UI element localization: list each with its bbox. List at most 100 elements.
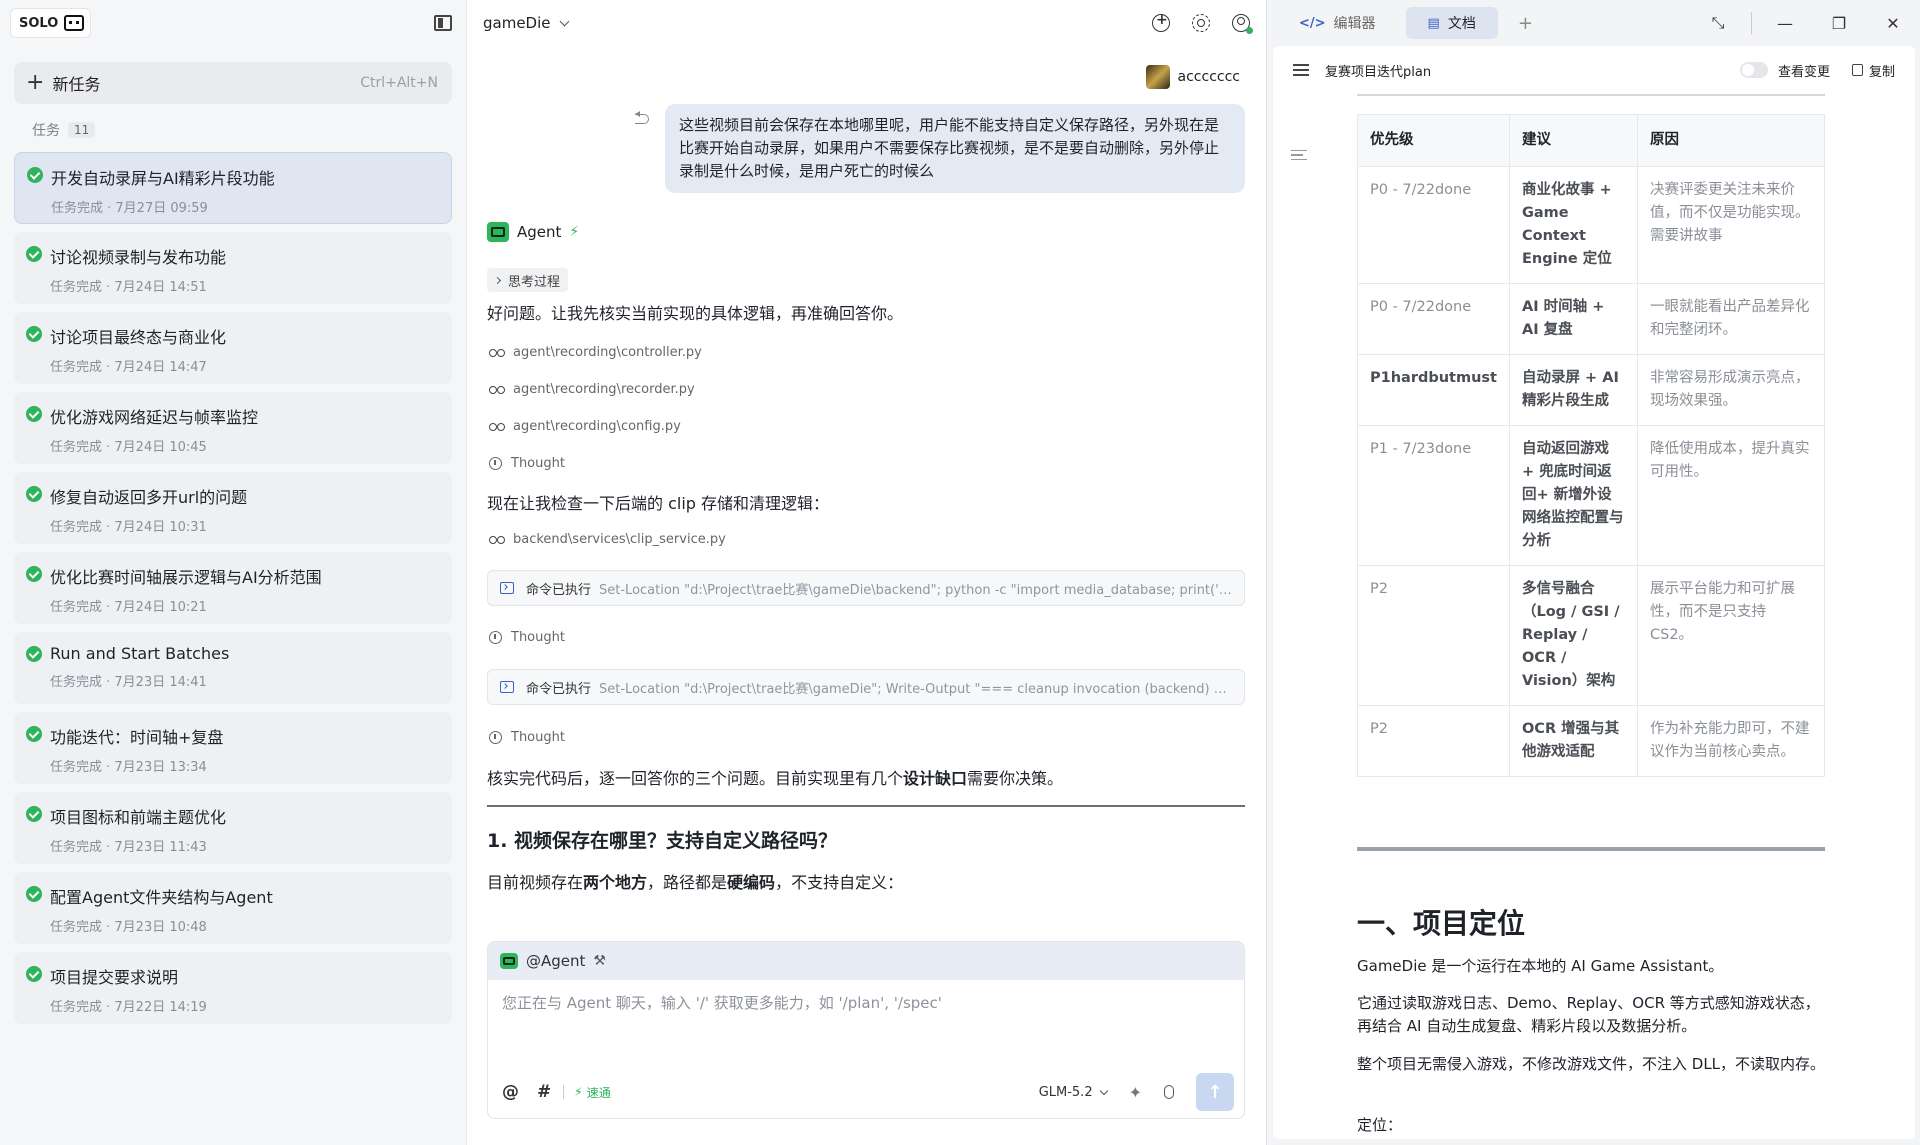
table-row: P0 - 7/22done AI 时间轴 + AI 复盘 一眼就能看出产品差异化和完…	[1357, 283, 1826, 355]
file-read-item[interactable]: backend\services\clip_service.py	[489, 532, 726, 547]
undo-icon[interactable]	[635, 111, 649, 124]
sidebar-toggle-icon[interactable]	[434, 15, 452, 31]
task-item[interactable]: 优化比赛时间轴展示逻辑与AI分析范围 任务完成 · 7月24日 10:21	[14, 552, 452, 624]
task-item[interactable]: 讨论视频录制与发布功能 任务完成 · 7月24日 14:51	[14, 232, 452, 304]
task-title: 修复自动返回多开url的问题	[50, 488, 248, 507]
task-meta: 任务完成 · 7月24日 14:47	[50, 360, 207, 375]
thought-item[interactable]: Thought	[489, 730, 565, 745]
file-read-item[interactable]: agent\recording\recorder.py	[489, 382, 695, 397]
priority-cell: P0 - 7/22done	[1357, 283, 1510, 355]
terminal-icon	[500, 681, 514, 693]
close-icon[interactable]: ✕	[1866, 0, 1920, 46]
task-item[interactable]: 功能迭代：时间轴+复盘 任务完成 · 7月23日 13:34	[14, 712, 452, 784]
new-task-shortcut: Ctrl+Alt+N	[360, 75, 438, 91]
chevron-right-icon	[493, 276, 502, 284]
tab-label: 文档	[1447, 16, 1476, 32]
glasses-icon	[489, 348, 505, 357]
task-item[interactable]: 开发自动录屏与AI精彩片段功能 任务完成 · 7月27日 09:59	[14, 152, 452, 224]
maximize-icon[interactable]: ❐	[1812, 0, 1866, 46]
thought-label: Thought	[511, 630, 565, 645]
doc-paragraph: 它通过读取游戏日志、Demo、Replay、OCR 等方式感知游戏状态，再结合 …	[1357, 994, 1820, 1035]
task-item[interactable]: 项目图标和前端主题优化 任务完成 · 7月23日 11:43	[14, 792, 452, 864]
add-tab-icon[interactable]: +	[1506, 7, 1545, 39]
sidebar: SOLO + 新任务 Ctrl+Alt+N 任务 11 开发自动录屏与AI精彩片…	[0, 0, 467, 1145]
outline-icon[interactable]	[1291, 150, 1307, 160]
task-title: 项目图标和前端主题优化	[50, 808, 227, 827]
priority-cell: P1 - 7/23done	[1357, 425, 1510, 566]
new-task-button[interactable]: + 新任务 Ctrl+Alt+N	[14, 62, 452, 104]
answer-heading: 1. 视频保存在哪里？支持自定义路径吗？	[487, 830, 838, 852]
account-icon[interactable]	[1232, 14, 1253, 34]
file-read-item[interactable]: agent\recording\controller.py	[489, 345, 702, 360]
panel-tabs: </> 编辑器 ▤ 文档 + ⤡ — ❐ ✕	[1267, 0, 1920, 46]
document-title: 复赛项目迭代plan	[1325, 64, 1432, 80]
copy-label: 复制	[1868, 64, 1895, 80]
view-changes-toggle[interactable]	[1739, 62, 1768, 78]
reason-cell: 非常容易形成演示亮点，现场效果强。	[1636, 354, 1826, 426]
suggestion-cell: 多信号融合（Log / GSI / Replay / OCR / Vision）…	[1508, 565, 1638, 706]
divider	[487, 805, 1245, 807]
check-circle-icon	[26, 806, 42, 822]
table-header-cell: 优先级	[1357, 114, 1510, 167]
thinking-toggle[interactable]: 思考过程	[487, 268, 569, 292]
command-text: Set-Location "d:\Project\trae比赛\gameDie"…	[599, 681, 1232, 697]
collapse-icon[interactable]: ⤡	[1691, 0, 1745, 46]
task-title: 讨论项目最终态与商业化	[50, 328, 227, 347]
model-selector[interactable]: GLM-5.2	[1039, 1085, 1108, 1100]
task-item[interactable]: 修复自动返回多开url的问题 任务完成 · 7月24日 10:31	[14, 472, 452, 544]
agent-reply-1: 好问题。让我先核实当前实现的具体逻辑，再准确回答你。	[487, 304, 904, 323]
glasses-icon	[489, 535, 505, 544]
new-chat-icon[interactable]	[1152, 12, 1170, 32]
user-info: accccccc	[1145, 65, 1240, 89]
task-item[interactable]: Run and Start Batches 任务完成 · 7月23日 14:41	[14, 632, 452, 704]
reason-cell: 一眼就能看出产品差异化和完整闭环。	[1636, 283, 1826, 355]
file-read-item[interactable]: agent\recording\config.py	[489, 419, 681, 434]
check-circle-icon	[26, 566, 42, 582]
tab-document[interactable]: ▤ 文档	[1405, 7, 1498, 39]
bolt-icon: ⚡	[574, 1085, 583, 1099]
command-block[interactable]: 命令已执行 Set-Location "d:\Project\trae比赛\ga…	[487, 669, 1245, 705]
reply-text: ，路径都是	[647, 873, 728, 892]
minimize-icon[interactable]: —	[1758, 0, 1812, 46]
agent-reply-2: 现在让我检查一下后端的 clip 存储和清理逻辑：	[487, 494, 830, 513]
microphone-icon[interactable]	[1164, 1085, 1174, 1099]
reply-text: 目前视频存在	[487, 873, 584, 892]
send-button[interactable]: ↑	[1196, 1073, 1234, 1111]
reply-strong: 硬编码	[727, 873, 776, 892]
sparkle-icon[interactable]: ✦	[1129, 1083, 1142, 1102]
check-circle-icon	[26, 886, 42, 902]
task-meta: 任务完成 · 7月27日 09:59	[51, 201, 208, 216]
thought-item[interactable]: Thought	[489, 456, 565, 471]
table-row: P0 - 7/22done 商业化故事 + Game Context Engine…	[1357, 166, 1826, 284]
tab-editor[interactable]: </> 编辑器	[1277, 7, 1398, 39]
project-selector[interactable]: gameDie	[483, 14, 569, 32]
window-controls: ⤡ — ❐ ✕	[1691, 0, 1920, 46]
at-mention-icon[interactable]: @	[502, 1082, 519, 1102]
check-circle-icon	[26, 486, 42, 502]
copy-button[interactable]: 复制	[1851, 61, 1895, 80]
reason-cell: 作为补充能力即可，不建议作为当前核心卖点。	[1636, 705, 1826, 777]
command-block[interactable]: 命令已执行 Set-Location "d:\Project\trae比赛\ga…	[487, 570, 1245, 606]
sidebar-header: SOLO	[0, 0, 466, 46]
table-header-cell: 原因	[1636, 114, 1826, 167]
agent-reply-3: 核实完代码后，逐一回答你的三个问题。目前实现里有几个设计缺口需要你决策。	[487, 765, 1063, 789]
chat-input[interactable]	[488, 980, 1244, 1026]
task-item[interactable]: 项目提交要求说明 任务完成 · 7月22日 14:19	[14, 952, 452, 1024]
user-message: 这些视频目前会保存在本地哪里呢，用户能不能支持自定义保存路径，另外现在是比赛开始…	[665, 104, 1245, 193]
task-title: 讨论视频录制与发布功能	[50, 248, 227, 267]
doc-paragraph: 整个项目无需侵入游戏，不修改游戏文件，不注入 DLL，不读取内存。	[1357, 1055, 1826, 1073]
hash-icon[interactable]: #	[537, 1082, 551, 1102]
solo-badge[interactable]: SOLO	[10, 8, 92, 38]
thought-icon	[489, 731, 502, 744]
task-item[interactable]: 配置Agent文件夹结构与Agent 任务完成 · 7月23日 10:48	[14, 872, 452, 944]
thought-item[interactable]: Thought	[489, 630, 565, 645]
task-item[interactable]: 优化游戏网络延迟与帧率监控 任务完成 · 7月24日 10:45	[14, 392, 452, 464]
outline-list-icon[interactable]	[1293, 64, 1309, 76]
task-list-label: 任务	[32, 123, 60, 139]
gear-icon[interactable]	[1192, 14, 1210, 32]
tools-icon[interactable]: ⚒	[593, 953, 606, 969]
glasses-icon	[489, 422, 505, 431]
task-title: 优化比赛时间轴展示逻辑与AI分析范围	[50, 568, 322, 587]
speed-mode-toggle[interactable]: ⚡ 速通	[574, 1084, 610, 1101]
task-item[interactable]: 讨论项目最终态与商业化任务完成 · 7月24日 14:47	[14, 312, 452, 384]
